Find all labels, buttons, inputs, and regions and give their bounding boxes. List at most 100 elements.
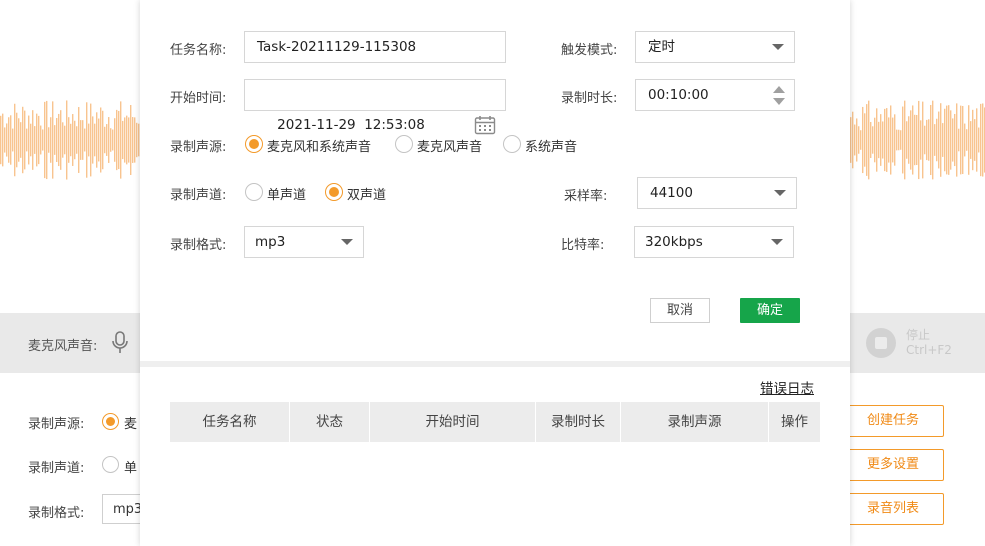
error-log-link[interactable]: 错误日志 (760, 377, 814, 397)
waveform-bar (70, 123, 72, 157)
waveform-bar (880, 114, 882, 166)
bg-channel-label: 录制声道: (28, 461, 85, 476)
waveform-bar (30, 123, 32, 157)
waveform-bar (936, 118, 938, 162)
waveform-bar (862, 106, 864, 174)
waveform-bar (876, 108, 878, 172)
waveform-bar (76, 126, 78, 154)
waveform-bar (106, 124, 108, 156)
task-name-input[interactable]: Task-20211129-115308 (244, 31, 506, 63)
waveform-bar (80, 120, 82, 160)
sample-rate-select[interactable]: 44100 (637, 177, 797, 209)
recording-list-button[interactable]: 录音列表 (842, 493, 944, 525)
waveform-bar (956, 103, 958, 177)
chevron-down-icon (772, 44, 784, 50)
waveform-bar (88, 123, 90, 157)
waveform-bar (914, 114, 916, 166)
source-radio-mic[interactable] (395, 135, 413, 153)
source-radio-mic-and-system[interactable] (245, 135, 263, 153)
duration-stepper[interactable]: 00:10:00 (635, 79, 795, 111)
sample-rate-label: 采样率: (564, 189, 608, 204)
waveform-bar (38, 115, 40, 165)
bg-channel-radio[interactable] (102, 456, 119, 473)
waveform-bar (100, 107, 102, 173)
column-header-source[interactable]: 录制声源 (621, 402, 769, 442)
channel-option-stereo: 双声道 (347, 188, 387, 203)
waveform-bar (32, 110, 34, 170)
waveform-bar (934, 124, 936, 156)
bg-source-label: 录制声源: (28, 417, 85, 432)
cancel-button[interactable]: 取消 (650, 298, 710, 323)
waveform-bar (92, 116, 94, 164)
waveform-bar (118, 110, 120, 170)
start-time-input[interactable]: 2021-11-29 12:53:08 (244, 79, 506, 135)
waveform-bar (958, 128, 960, 152)
waveform-bar (890, 105, 892, 175)
waveform-bar (902, 106, 904, 174)
format-value: mp3 (255, 234, 286, 250)
trigger-mode-label: 触发模式: (561, 43, 618, 58)
channel-radio-mono[interactable] (245, 183, 263, 201)
waveform-bar (12, 128, 14, 152)
waveform-bar (870, 121, 872, 159)
waveform-bar (978, 127, 980, 153)
waveform-bar (906, 121, 908, 159)
duration-value: 00:10:00 (648, 87, 709, 103)
calendar-icon[interactable] (448, 85, 496, 176)
waveform-bar (36, 113, 38, 167)
format-select[interactable]: mp3 (244, 226, 364, 258)
waveform-bar (110, 128, 112, 152)
waveform-bar (950, 110, 952, 170)
bitrate-select[interactable]: 320kbps (634, 226, 794, 258)
chevron-down-icon (771, 239, 783, 245)
stop-button-text[interactable]: 停止 Ctrl+F2 (906, 328, 952, 358)
waveform-bar (72, 114, 74, 166)
mic-volume-label: 麦克风声音: (28, 339, 98, 354)
waveform-bar (892, 117, 894, 163)
spin-up-icon[interactable] (773, 86, 785, 93)
waveform-bar (858, 126, 860, 154)
column-header-task-name[interactable]: 任务名称 (170, 402, 290, 442)
waveform-bar (918, 100, 920, 180)
waveform-bar (928, 119, 930, 161)
bg-source-option: 麦 (124, 417, 138, 432)
more-settings-button[interactable]: 更多设置 (842, 449, 944, 481)
trigger-mode-select[interactable]: 定时 (635, 31, 795, 63)
waveform-bar (854, 124, 856, 156)
waveform-bar (872, 126, 874, 154)
channel-radio-stereo[interactable] (325, 183, 343, 201)
column-header-duration[interactable]: 录制时长 (536, 402, 621, 442)
waveform-bar (40, 125, 42, 155)
waveform-bar (68, 117, 70, 163)
bitrate-value: 320kbps (645, 234, 703, 250)
spin-down-icon[interactable] (773, 98, 785, 105)
waveform-bar (96, 112, 98, 168)
waveform-bar (8, 117, 10, 163)
waveform-bar (852, 111, 854, 169)
waveform-bar (900, 130, 902, 150)
confirm-button[interactable]: 确定 (740, 298, 800, 323)
source-radio-system[interactable] (503, 135, 521, 153)
column-header-actions[interactable]: 操作 (769, 402, 820, 442)
dialog-divider (140, 361, 850, 367)
waveform-bar (898, 129, 900, 151)
waveform-bar (856, 118, 858, 162)
microphone-icon[interactable] (110, 331, 130, 359)
waveform-bar (850, 117, 852, 163)
waveform-bar (864, 113, 866, 167)
waveform-bar (26, 128, 28, 152)
create-task-button[interactable]: 创建任务 (842, 405, 944, 437)
waveform-bar (120, 101, 122, 179)
bg-source-radio[interactable] (102, 413, 119, 430)
bg-channel-option: 单 (124, 461, 138, 476)
column-header-start-time[interactable]: 开始时间 (370, 402, 536, 442)
format-label: 录制格式: (170, 238, 227, 253)
waveform-bar (888, 117, 890, 163)
waveform-bar (962, 105, 964, 175)
waveform-bar (970, 121, 972, 159)
stop-icon[interactable] (866, 328, 896, 358)
waveform-bar (960, 105, 962, 175)
waveform-bar (982, 103, 984, 177)
column-header-status[interactable]: 状态 (290, 402, 370, 442)
waveform-bar (926, 119, 928, 161)
